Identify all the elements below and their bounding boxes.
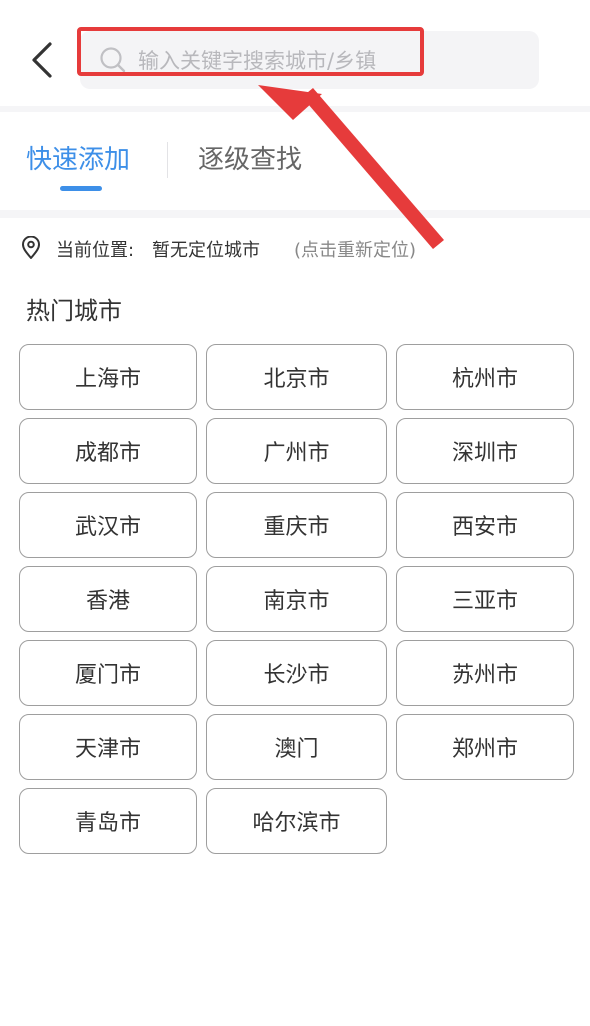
separator (0, 210, 590, 218)
back-button[interactable] (20, 38, 64, 82)
search-input[interactable] (138, 44, 518, 78)
city-button[interactable]: 上海市 (19, 344, 197, 410)
city-button[interactable]: 南京市 (206, 566, 387, 632)
city-button[interactable]: 成都市 (19, 418, 197, 484)
city-button[interactable]: 郑州市 (396, 714, 574, 780)
city-button[interactable]: 厦门市 (19, 640, 197, 706)
chevron-left-icon (32, 42, 52, 78)
hot-cities-grid: 上海市 北京市 杭州市成都市 广州市 深圳市武汉市 重庆市 西安市香港 南京市 三亚市厦门市 长沙… (19, 344, 574, 854)
location-label: 当前位置: (56, 240, 135, 261)
active-tab-indicator (60, 186, 102, 191)
hot-cities-title: 热门城市 (26, 297, 122, 325)
city-button[interactable]: 天津市 (19, 714, 197, 780)
city-button[interactable]: 杭州市 (396, 344, 574, 410)
relocate-link[interactable]: (点击重新定位) (294, 236, 416, 262)
city-button[interactable]: 重庆市 (206, 492, 387, 558)
location-pin-icon (22, 236, 40, 259)
city-button[interactable]: 武汉市 (19, 492, 197, 558)
city-button[interactable]: 北京市 (206, 344, 387, 410)
tab-divider (167, 142, 168, 178)
header (0, 0, 590, 106)
city-button[interactable]: 西安市 (396, 492, 574, 558)
city-button[interactable]: 澳门 (206, 714, 387, 780)
city-button[interactable]: 长沙市 (206, 640, 387, 706)
city-button[interactable]: 香港 (19, 566, 197, 632)
tab-bar: 快速添加 逐级查找 (0, 112, 590, 210)
city-button[interactable]: 哈尔滨市 (206, 788, 387, 854)
current-location-row: 当前位置: 暂无定位城市 (点击重新定位) (0, 224, 590, 272)
city-button[interactable]: 苏州市 (396, 640, 574, 706)
tab-level-search[interactable]: 逐级查找 (198, 140, 302, 180)
city-button[interactable]: 青岛市 (19, 788, 197, 854)
location-value: 暂无定位城市 (152, 240, 260, 261)
tab-quick-add[interactable]: 快速添加 (26, 140, 130, 180)
city-button[interactable]: 广州市 (206, 418, 387, 484)
city-button[interactable]: 三亚市 (396, 566, 574, 632)
search-icon (100, 47, 126, 73)
city-button[interactable]: 深圳市 (396, 418, 574, 484)
